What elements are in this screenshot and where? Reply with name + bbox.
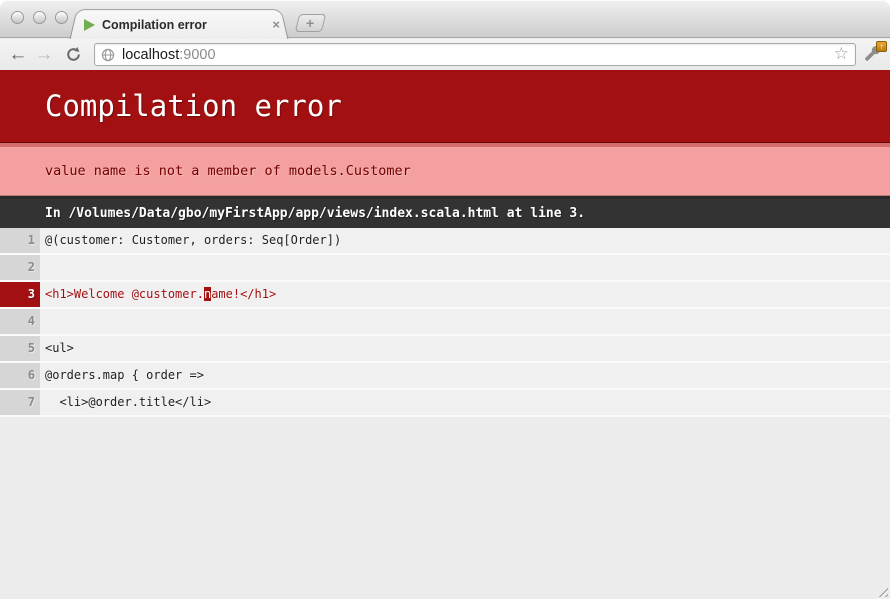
update-badge-icon: ↑ — [876, 41, 887, 52]
line-number: 7 — [0, 390, 40, 415]
back-button[interactable]: ← — [6, 39, 30, 70]
minimize-window-button[interactable] — [33, 11, 46, 24]
reload-icon — [65, 46, 82, 63]
line-number: 1 — [0, 228, 40, 253]
source-listing: 1 @(customer: Customer, orders: Seq[Orde… — [0, 228, 890, 417]
navigation-bar: ← → localhost:9000 ☆ — [0, 39, 890, 70]
error-location-bar: In /Volumes/Data/gbo/myFirstApp/app/view… — [0, 196, 890, 228]
url-port: :9000 — [179, 47, 215, 63]
tab-title: Compilation error — [102, 18, 264, 32]
source-line-row: 7 <li>@order.title</li> — [0, 390, 890, 417]
globe-icon — [101, 48, 115, 62]
tab-close-icon[interactable]: × — [272, 18, 280, 31]
line-code: @(customer: Customer, orders: Seq[Order]… — [40, 228, 890, 253]
tab-compilation-error[interactable]: Compilation error × — [68, 6, 290, 39]
close-window-button[interactable] — [11, 11, 24, 24]
line-number: 5 — [0, 336, 40, 361]
line-code — [40, 309, 890, 334]
url-host: localhost — [122, 47, 179, 63]
line-code: <h1>Welcome @customer.name!</h1> — [40, 282, 890, 307]
new-tab-button[interactable]: + — [295, 14, 326, 32]
bookmark-star-icon[interactable]: ☆ — [834, 45, 849, 62]
source-line-row: 2 — [0, 255, 890, 282]
source-line-row: 3 <h1>Welcome @customer.name!</h1> — [0, 282, 890, 309]
page-background — [0, 417, 890, 599]
page-title: Compilation error — [0, 70, 890, 143]
plus-icon: + — [307, 16, 315, 30]
line-code: <li>@order.title</li> — [40, 390, 890, 415]
error-detail: value name is not a member of models.Cus… — [0, 143, 890, 196]
source-line-row: 5 <ul> — [0, 336, 890, 363]
url-text[interactable]: localhost:9000 — [122, 47, 834, 63]
line-number: 2 — [0, 255, 40, 280]
source-line-row: 1 @(customer: Customer, orders: Seq[Orde… — [0, 228, 890, 255]
reload-button[interactable] — [60, 39, 86, 70]
window-controls — [11, 11, 68, 24]
source-line-row: 6 @orders.map { order => — [0, 363, 890, 390]
line-code: @orders.map { order => — [40, 363, 890, 388]
page-content: Compilation error value name is not a me… — [0, 70, 890, 599]
forward-button[interactable]: → — [32, 39, 56, 70]
wrench-menu-button[interactable]: ↑ — [861, 43, 885, 67]
address-bar[interactable]: localhost:9000 ☆ — [94, 43, 856, 66]
source-line-row: 4 — [0, 309, 890, 336]
play-favicon-icon — [84, 19, 95, 31]
line-code: <ul> — [40, 336, 890, 361]
tab-strip: Compilation error × + — [0, 0, 890, 38]
line-code — [40, 255, 890, 280]
browser-window: Compilation error × + ← → lo — [0, 0, 890, 599]
line-number: 4 — [0, 309, 40, 334]
zoom-window-button[interactable] — [55, 11, 68, 24]
line-number: 3 — [0, 282, 40, 307]
line-number: 6 — [0, 363, 40, 388]
